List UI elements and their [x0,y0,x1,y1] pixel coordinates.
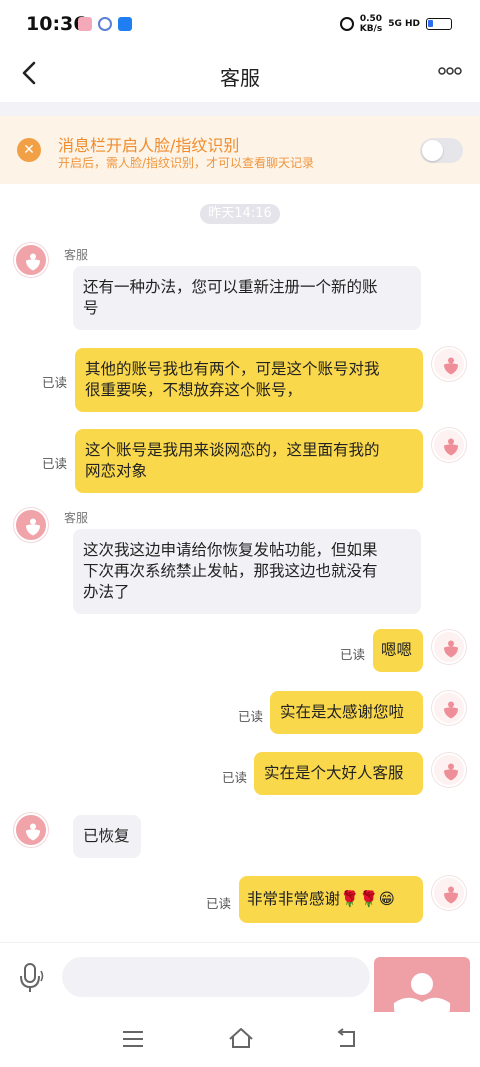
message-bubble-right[interactable]: 非常非常感谢🌹🌹😁 [239,876,423,923]
biometric-notice-banner: ✕ 消息栏开启人脸/指纹识别 开启后，需人脸/指纹识别，才可以查看聊天记录 [0,116,480,184]
zhihu-icon [118,17,132,31]
header-divider [0,102,480,116]
agent-avatar[interactable] [14,508,48,542]
message-bubble-right[interactable]: 实在是太感谢您啦 [270,691,423,734]
heart-logo-icon [26,518,40,536]
message-bubble-right[interactable]: 其他的账号我也有两个，可是这个账号对我 很重要唉，不想放弃这个账号， [75,348,423,412]
user-avatar[interactable] [432,691,466,725]
user-avatar[interactable] [432,753,466,787]
message-bubble-left[interactable]: 这次我这边申请给你恢复发帖功能，但如果 下次再次系统禁止发帖，那我这边也就没有 … [73,529,421,614]
status-bar: 10:36 0.50 KB/s 5G HD [0,0,480,48]
toggle-knob [422,140,443,161]
app-icon-blue-circle [98,17,112,31]
message-bubble-right[interactable]: 这个账号是我用来谈网恋的，这里面有我的 网恋对象 [75,429,423,493]
menu-icon[interactable] [122,1030,144,1048]
status-right: 0.50 KB/s 5G HD [339,14,452,34]
heart-logo-icon [26,823,40,841]
system-back-icon[interactable] [334,1028,358,1050]
heart-logo-icon [444,886,458,904]
microphone-icon[interactable] [16,961,46,995]
message-bubble-left[interactable]: 已恢复 [73,815,141,858]
sender-name: 客服 [64,511,89,525]
read-receipt: 已读 [42,375,68,390]
biometric-toggle[interactable] [420,138,463,163]
sender-name: 客服 [64,248,89,262]
more-options-icon[interactable] [438,60,462,81]
battery-icon [426,18,452,30]
user-avatar[interactable] [432,630,466,664]
heart-logo-icon [26,253,40,271]
read-receipt: 已读 [238,709,264,724]
home-icon[interactable] [228,1026,254,1050]
user-avatar[interactable] [432,347,466,381]
user-avatar[interactable] [432,876,466,910]
notice-subtitle: 开启后，需人脸/指纹识别，才可以查看聊天记录 [58,156,315,170]
message-input[interactable] [62,957,370,997]
app-icon-pink [78,17,92,31]
read-receipt: 已读 [206,896,232,911]
read-receipt: 已读 [340,647,366,662]
user-avatar[interactable] [432,428,466,462]
system-navigation-bar [0,1012,480,1067]
notice-title: 消息栏开启人脸/指纹识别 [58,136,240,155]
agent-avatar[interactable] [14,813,48,847]
heart-logo-icon [444,438,458,456]
heart-logo-icon [444,763,458,781]
network-indicator: 5G HD [388,19,420,29]
read-receipt: 已读 [42,456,68,471]
net-speed: 0.50 KB/s [359,14,383,34]
message-bubble-right[interactable]: 嗯嗯 [373,629,423,672]
page-title: 客服 [220,66,260,90]
header-bar: 客服 [0,48,480,102]
agent-avatar[interactable] [14,243,48,277]
heart-logo-icon [444,701,458,719]
chat-timestamp: 昨天14:16 [200,204,280,224]
message-bubble-right[interactable]: 实在是个大好人客服 [254,752,423,795]
heart-logo-icon [444,357,458,375]
close-circle-icon[interactable]: ✕ [17,138,41,162]
alarm-icon [339,17,354,31]
message-bubble-left[interactable]: 还有一种办法，您可以重新注册一个新的账 号 [73,266,421,330]
read-receipt: 已读 [222,770,248,785]
heart-logo-icon [444,640,458,658]
